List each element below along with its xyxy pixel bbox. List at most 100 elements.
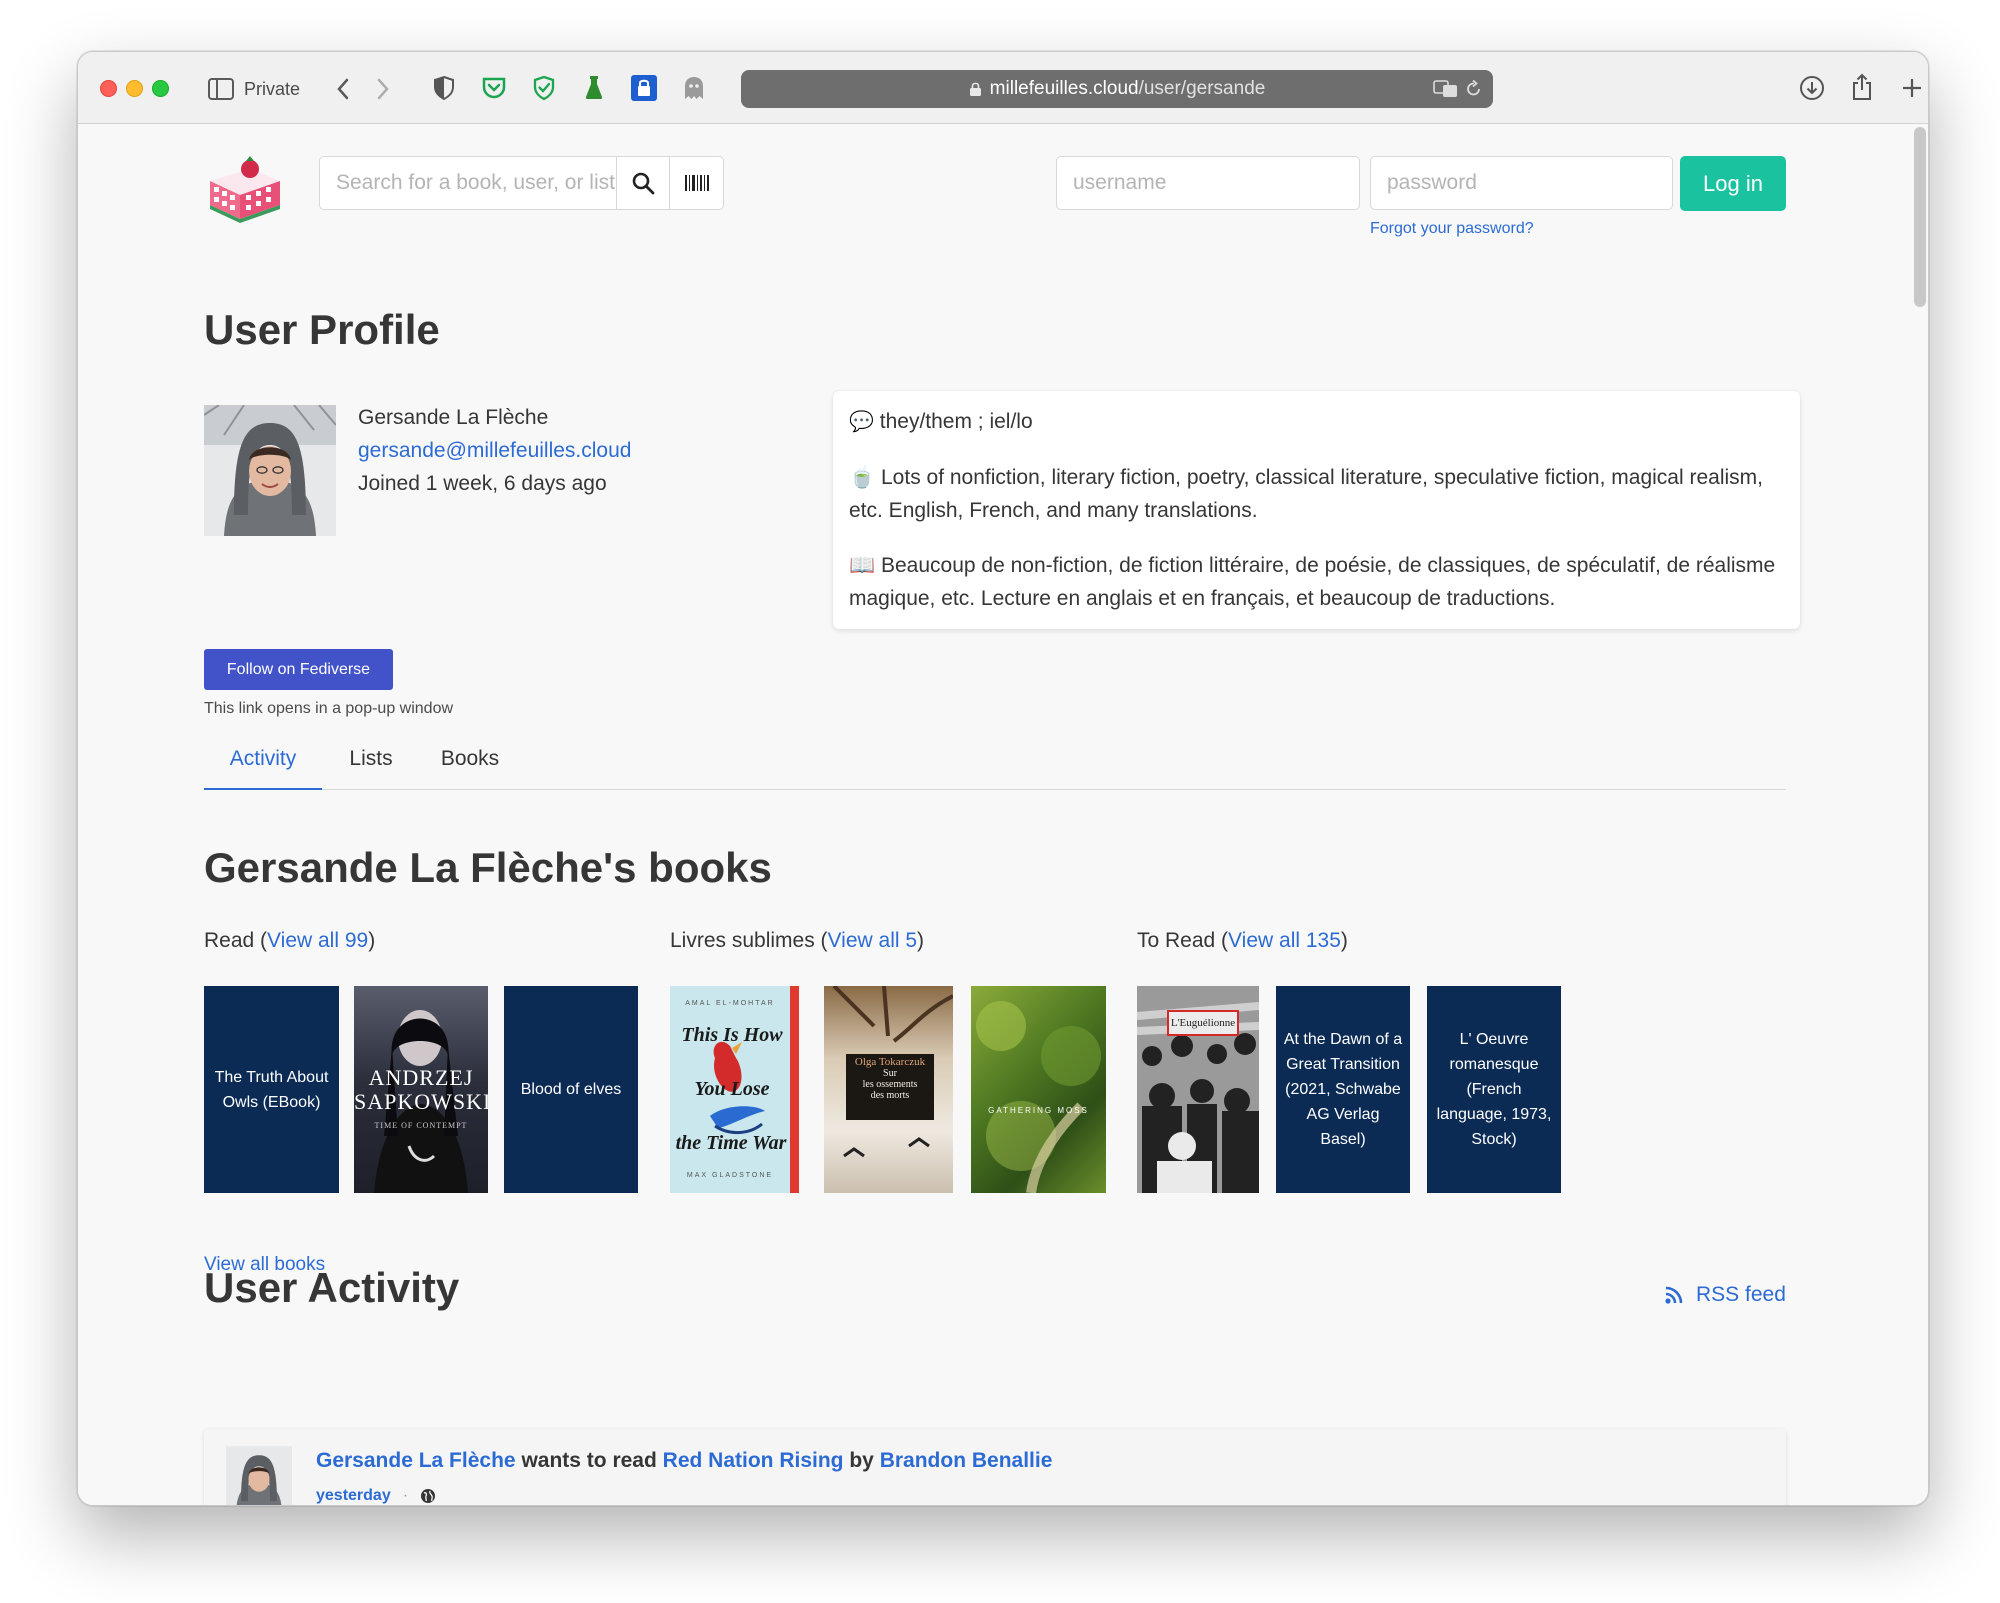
password-field[interactable]: password [1370,156,1673,210]
url-path: /user/gersande [1138,78,1266,99]
rss-feed-link[interactable]: RSS feed [1664,1283,1786,1307]
forgot-password-link[interactable]: Forgot your password? [1370,220,1534,238]
page-title: User Profile [204,306,440,353]
plus-icon [1903,79,1921,97]
book-cover-oeuvre-romanesque[interactable]: L' Oeuvre romanesque (French language, 1… [1427,986,1561,1193]
bio-english: Lots of nonfiction, literary fiction, po… [849,466,1763,522]
close-window-button[interactable] [100,80,117,97]
activity-item: Gersande La Flèche wants to read Red Nat… [204,1429,1786,1505]
tokarczuk-title-1: Sur [883,1068,897,1079]
book-cover-gathering-moss[interactable]: Gathering Moss [971,986,1106,1193]
tab-lists[interactable]: Lists [324,747,418,790]
profile-bio-card: 💬 they/them ; iel/lo 🍵 Lots of nonfictio… [833,391,1800,629]
book-cover-blood-of-elves[interactable]: Blood of elves [504,986,638,1193]
sidebar-icon [208,78,234,100]
activity-user-link[interactable]: Gersande La Flèche [316,1449,516,1472]
reload-icon[interactable] [1466,80,1482,98]
username-field[interactable]: username [1056,156,1360,210]
book-cover-elves-title: Blood of elves [520,1081,622,1098]
address-bar[interactable]: millefeuilles.cloud/user/gersande [741,70,1493,108]
tokarczuk-author: Olga Tokarczuk [854,1056,926,1068]
sapkowski-author-label: Andrzej Sapkowski [354,1065,488,1114]
activity-meta: yesterday · [316,1487,436,1505]
follow-note: This link opens in a pop-up window [204,700,454,717]
gathering-moss-title: Gathering Moss [988,1106,1089,1115]
adguard-extension-button[interactable] [528,72,560,104]
book-cover-leuguelionne[interactable]: L'Euguélionne [1137,986,1259,1193]
bio-french: Beaucoup de non-fiction, de fiction litt… [849,554,1776,610]
password-manager-extension-button[interactable] [628,72,660,104]
shelf-sublimes-view-all-link[interactable]: View all 5 [828,929,918,952]
barcode-icon [684,175,709,191]
page-content: Search for a book, user, or list usernam… [78,125,1928,1505]
chevron-left-icon [337,78,349,100]
book-cover-dawn-title: At the Dawn of a Great Transition (2021,… [1283,1031,1403,1148]
search-placeholder: Search for a book, user, or list [336,171,615,194]
page-scrollbar[interactable] [1914,127,1926,307]
book-cover-oeuvre-title: L' Oeuvre romanesque (French language, 1… [1436,1031,1552,1148]
book-cover-dawn-great-transition[interactable]: At the Dawn of a Great Transition (2021,… [1276,986,1410,1193]
shelf-to-read-label: To Read (View all 135) [1137,929,1348,952]
activity-avatar[interactable] [226,1446,292,1505]
pocket-icon [482,77,506,99]
share-button[interactable] [1846,70,1878,104]
login-button[interactable]: Log in [1680,156,1786,211]
timewar-author-bottom: Max Gladstone [686,1172,774,1179]
book-cover-truth-about-owls[interactable]: The Truth About Owls (EBook) [204,986,339,1193]
search-input[interactable]: Search for a book, user, or list [319,156,617,210]
site-logo[interactable] [204,155,284,227]
profile-handle[interactable]: gersande@millefeuilles.cloud [358,439,631,463]
flask-icon [585,76,603,99]
tab-books-label: Books [440,747,500,770]
rss-feed-label: RSS feed [1696,1283,1786,1306]
timewar-title-1: This Is How [681,1024,783,1046]
leuguelionne-title-box: L'Euguélionne [1167,1010,1239,1036]
shelf-read-view-all-link[interactable]: View all 99 [267,929,368,952]
back-button[interactable] [328,74,358,104]
shelf-to-read-view-all-link[interactable]: View all 135 [1228,929,1341,952]
translate-icon[interactable] [1433,79,1459,99]
password-placeholder: password [1387,171,1477,194]
tab-books[interactable]: Books [418,747,522,790]
forward-button[interactable] [368,74,398,104]
activity-verb: wants to read [521,1449,657,1472]
sidebar-toggle-button[interactable]: Private [208,74,308,104]
shelf-to-read-name: To Read [1137,929,1216,952]
flask-extension-button[interactable] [578,72,610,104]
activity-time-link[interactable]: yesterday [316,1487,391,1505]
tab-activity-label: Activity [229,747,297,770]
book-cover-tokarczuk[interactable]: Olga Tokarczuk Sur les ossements des mor… [824,986,953,1193]
browser-window: Private millefeuilles.cloud/user/gersand… [77,51,1929,1506]
shelf-sublimes-label: Livres sublimes (View all 5) [670,929,925,952]
tab-activity[interactable]: Activity [204,747,322,790]
downloads-button[interactable] [1796,72,1828,104]
privacy-shield-extension-button[interactable] [428,72,460,104]
activity-headline: Gersande La Flèche wants to read Red Nat… [316,1449,1052,1473]
zoom-window-button[interactable] [152,80,169,97]
book-cover-time-war[interactable]: Amal El-Mohtar This Is How You Lose the … [670,986,799,1193]
book-cover-time-of-contempt[interactable]: Andrzej Sapkowski Time of Contempt [354,986,488,1193]
pocket-extension-button[interactable] [478,72,510,104]
activity-book-link[interactable]: Red Nation Rising [663,1449,844,1472]
follow-on-fediverse-button[interactable]: Follow on Fediverse [204,649,393,690]
timewar-title-3: the Time War [675,1132,787,1154]
new-tab-button[interactable] [1896,72,1928,104]
share-icon [1853,73,1871,100]
barcode-scan-button[interactable] [669,156,724,210]
tea-cup-icon: 🍵 [849,466,876,489]
profile-avatar [204,405,336,536]
bio-pronouns-line: 💬 they/them ; iel/lo [849,405,1784,439]
chevron-right-icon [377,78,389,100]
profile-name: Gersande La Flèche [358,406,549,429]
search-icon [632,172,655,195]
activity-author-link[interactable]: Brandon Benallie [880,1449,1053,1472]
tokarczuk-title-2: les ossements [862,1079,918,1090]
ghostery-extension-button[interactable] [678,72,710,104]
minimize-window-button[interactable] [126,80,143,97]
tab-lists-label: Lists [349,747,393,770]
leuguelionne-title: L'Euguélionne [1170,1017,1236,1029]
moss-art [976,1001,1101,1193]
shield-check-icon [533,75,555,101]
ghost-icon [685,77,703,99]
search-button[interactable] [616,156,670,210]
